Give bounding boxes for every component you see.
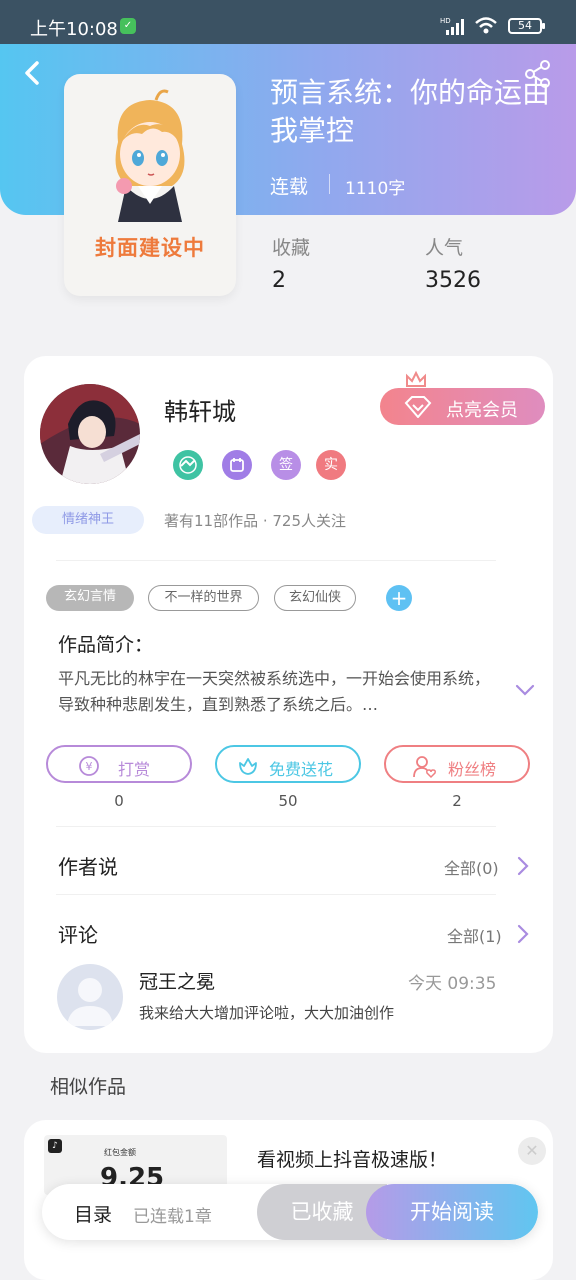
signed-badge[interactable]: 签 (271, 450, 301, 480)
intro-title: 作品简介： (58, 634, 154, 656)
author-level-tag: 情绪神王 (32, 506, 144, 534)
handshake-badge-icon[interactable] (173, 450, 203, 480)
author-avatar[interactable] (40, 384, 140, 484)
collect-value: 2 (272, 268, 286, 293)
book-cover[interactable]: 封面建设中 (64, 74, 236, 296)
tag-item[interactable]: 玄幻仙侠 (274, 585, 356, 611)
book-title: 预言系统：你的命运由我掌控 (270, 76, 551, 147)
reward-button[interactable]: ¥ 打赏 (46, 745, 192, 783)
tag-item[interactable]: 玄幻言情 (46, 585, 134, 611)
cover-illustration (115, 89, 185, 222)
divider (56, 826, 496, 827)
back-icon[interactable] (18, 58, 48, 88)
cover-placeholder-text: 封面建设中 (95, 236, 205, 260)
signal-icon: HD (440, 17, 464, 35)
chevron-right-icon[interactable] (516, 856, 530, 876)
status-divider (329, 174, 330, 194)
send-flower-label: 免费送花 (269, 760, 334, 779)
wifi-icon (475, 17, 497, 34)
popularity-value: 3526 (425, 268, 481, 293)
book-status: 连载 (270, 176, 309, 198)
divider (56, 560, 496, 561)
comments-title: 评论 (58, 923, 98, 947)
status-bar: 上午10:08 ✓ HD 54 (0, 0, 576, 44)
similar-works-title: 相似作品 (50, 1076, 127, 1098)
tiktok-logo-icon: ♪ (48, 1139, 62, 1153)
bottom-action-bar: 目录 已连载1章 已收藏 开始阅读 (42, 1184, 538, 1240)
status-time: 上午10:08 (30, 19, 118, 40)
author-name[interactable]: 韩轩城 (164, 392, 236, 427)
coin-icon: ¥ (79, 756, 99, 776)
comment-text[interactable]: 我来给大大增加评论啦，大大加油创作 (139, 1002, 394, 1023)
commenter-name[interactable]: 冠王之冕 (139, 967, 215, 994)
send-flower-button[interactable]: 免费送花 (215, 745, 361, 783)
popularity-label: 人气 (425, 237, 464, 259)
collect-label: 收藏 (272, 237, 311, 259)
diamond-icon (404, 396, 432, 418)
hd-badge: HD (440, 17, 451, 25)
chevron-right-icon[interactable] (516, 924, 530, 944)
crown-icon (406, 370, 426, 387)
fan-user-icon (413, 756, 436, 779)
svg-text:¥: ¥ (86, 760, 93, 773)
author-says-title: 作者说 (58, 855, 118, 879)
ad-text[interactable]: 看视频上抖音极速版！ (257, 1145, 447, 1172)
close-icon[interactable]: ✕ (518, 1137, 546, 1165)
tag-item[interactable]: 不一样的世界 (148, 585, 259, 611)
fan-ranking-button[interactable]: 粉丝榜 (384, 745, 530, 783)
calendar-badge-icon[interactable] (222, 450, 252, 480)
flower-count: 50 (278, 792, 298, 810)
comment-time: 今天 09:35 (408, 974, 497, 994)
reward-label: 打赏 (118, 760, 151, 779)
vip-button[interactable]: 点亮会员 (380, 388, 545, 425)
wechat-notification-icon: ✓ (120, 18, 136, 34)
verified-badge[interactable]: 实 (316, 450, 346, 480)
chevron-down-icon[interactable] (514, 682, 536, 698)
reward-count: 0 (114, 792, 124, 810)
chapter-count: 已连载1章 (133, 1207, 212, 1227)
comments-all-link[interactable]: 全部(1) (447, 923, 502, 947)
divider (56, 894, 496, 895)
flower-icon (239, 758, 257, 775)
battery-indicator: 54 (508, 18, 545, 34)
commenter-avatar[interactable] (57, 964, 123, 1030)
fan-count: 2 (452, 792, 462, 810)
author-meta: 著有11部作品 · 725人关注 (164, 512, 347, 530)
start-reading-button[interactable]: 开始阅读 (366, 1184, 538, 1240)
fan-ranking-label: 粉丝榜 (448, 760, 497, 779)
add-tag-button[interactable]: + (386, 585, 412, 611)
vip-button-label: 点亮会员 (446, 400, 518, 421)
author-says-all-link[interactable]: 全部(0) (444, 855, 499, 879)
intro-text: 平凡无比的林宇在一天突然被系统选中，一开始会使用系统，导致种种悲剧发生，直到熟悉… (58, 669, 491, 714)
toc-button[interactable]: 目录 (74, 1200, 112, 1227)
ad-thumb-label: 红包金额 (104, 1148, 136, 1157)
word-count: 1110字 (345, 179, 406, 199)
